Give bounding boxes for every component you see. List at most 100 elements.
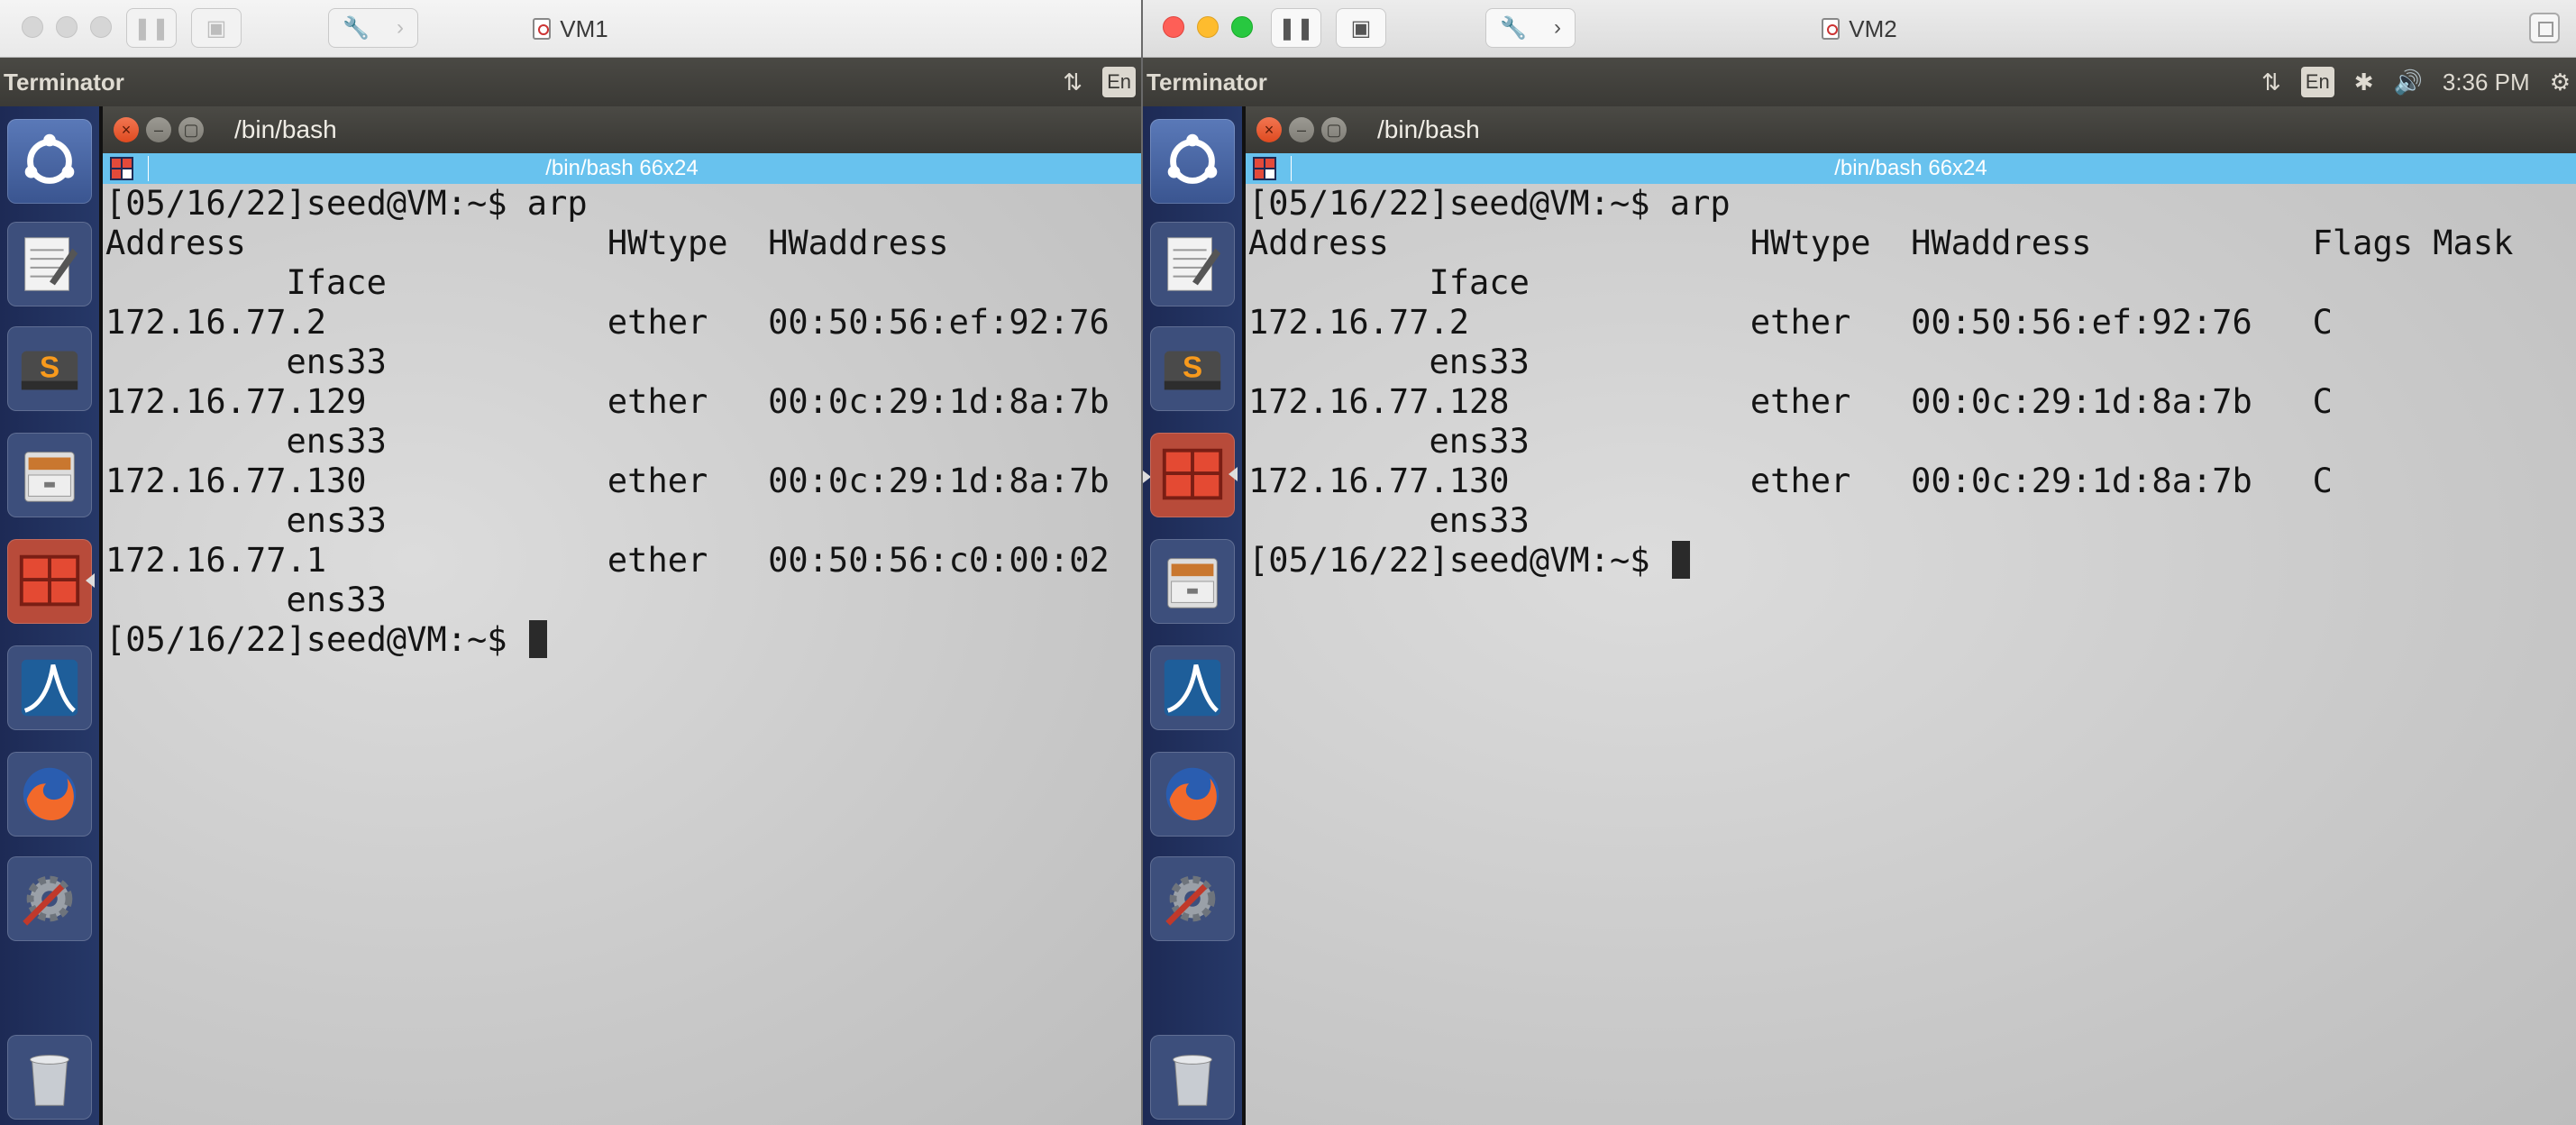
sublime-text-icon[interactable]: S xyxy=(7,326,92,411)
terminal-line: ens33 xyxy=(105,422,387,461)
vm1-zoom-button[interactable] xyxy=(90,16,112,38)
terminal-minimize-button[interactable]: – xyxy=(1289,117,1314,142)
terminator-grid-icon[interactable] xyxy=(110,157,133,180)
terminator-grid-icon[interactable] xyxy=(1253,157,1276,180)
vm2-close-button[interactable] xyxy=(1163,16,1184,38)
svg-text:S: S xyxy=(1183,352,1202,385)
terminal-prompt: [05/16/22]seed@VM:~$ xyxy=(105,620,527,659)
vm1-tab-label[interactable]: /bin/bash 66x24 xyxy=(545,156,698,180)
vm2-pause-button[interactable]: ❚❚ xyxy=(1271,8,1321,48)
keyboard-lang-indicator[interactable]: En xyxy=(2300,67,2334,97)
vm2-window: ❚❚ ▣ 🔧 › VM2 Terminator ⇅ En ✱ 🔊 3:36 PM … xyxy=(1143,0,2576,1125)
vm1-terminal-title: /bin/bash xyxy=(234,115,337,143)
snapshot-icon: ▣ xyxy=(206,15,227,41)
snapshot-icon: ▣ xyxy=(1350,15,1372,41)
vm2-terminal-output[interactable]: [05/16/22]seed@VM:~$ arp Address HWtype H… xyxy=(1246,184,2576,1125)
bluetooth-icon[interactable]: ✱ xyxy=(2354,58,2374,106)
trash-icon[interactable] xyxy=(1150,1035,1235,1120)
vm1-launcher: S xyxy=(0,106,101,1125)
active-indicator-icon xyxy=(86,573,95,588)
terminal-line: Address HWtype HWaddress Flags Mask xyxy=(1248,224,2514,262)
vm1-ubuntu-top-panel: Terminator ⇅ En xyxy=(0,58,1141,106)
terminal-line: 172.16.77.128 ether 00:0c:29:1d:8a:7b C xyxy=(1248,382,2333,421)
vm1-close-button[interactable] xyxy=(22,16,43,38)
pause-icon: ❚❚ xyxy=(132,15,170,41)
terminal-maximize-button[interactable]: ▢ xyxy=(1321,117,1347,142)
vm2-snapshot-button[interactable]: ▣ xyxy=(1336,8,1386,48)
terminator-icon[interactable] xyxy=(1150,433,1238,517)
vm2-minimize-button[interactable] xyxy=(1197,16,1219,38)
terminal-minimize-button[interactable]: – xyxy=(146,117,171,142)
terminal-line: 172.16.77.2 ether 00:50:56:ef:92:76 xyxy=(105,303,1130,342)
terminal-line: [05/16/22]seed@VM:~$ arp xyxy=(105,184,588,223)
vm1-window-title: VM1 xyxy=(560,14,608,42)
terminal-line: 172.16.77.130 ether 00:0c:29:1d:8a:7b xyxy=(105,462,1130,500)
firefox-icon[interactable] xyxy=(7,752,92,837)
vm1-pause-button[interactable]: ❚❚ xyxy=(126,8,177,48)
close-icon: × xyxy=(121,121,132,139)
ubuntu-dash-icon[interactable] xyxy=(7,119,92,204)
vm1-settings-button[interactable]: 🔧 › xyxy=(328,8,418,48)
restore-window-icon[interactable] xyxy=(2529,13,2560,43)
terminal-line: Iface xyxy=(105,263,387,302)
system-settings-icon[interactable] xyxy=(7,856,92,941)
volume-icon[interactable]: 🔊 xyxy=(2393,58,2422,106)
vm1-traffic-lights xyxy=(22,16,112,38)
terminal-line: ens33 xyxy=(1248,422,1530,461)
vm2-terminal-title: /bin/bash xyxy=(1377,115,1480,143)
close-icon: × xyxy=(1264,121,1274,139)
system-gear-icon[interactable]: ⚙ xyxy=(2550,58,2571,106)
terminal-close-button[interactable]: × xyxy=(1256,117,1282,142)
network-icon[interactable]: ⇅ xyxy=(1063,58,1082,106)
vm1-terminal-tab-bar: /bin/bash 66x24 xyxy=(103,153,1141,184)
files-icon[interactable] xyxy=(7,433,92,517)
vm2-traffic-lights xyxy=(1163,16,1253,38)
trash-icon[interactable] xyxy=(7,1035,92,1120)
terminal-line: ens33 xyxy=(105,343,387,381)
keyboard-lang-indicator[interactable]: En xyxy=(1102,67,1136,97)
maximize-icon: ▢ xyxy=(183,121,199,139)
terminal-line: Address HWtype HWaddress xyxy=(105,224,1130,262)
vm1-snapshot-button[interactable]: ▣ xyxy=(191,8,242,48)
terminal-maximize-button[interactable]: ▢ xyxy=(178,117,204,142)
network-icon[interactable]: ⇅ xyxy=(2261,58,2281,106)
terminal-line: ens33 xyxy=(1248,501,1530,540)
terminator-icon[interactable] xyxy=(7,539,95,624)
vm2-zoom-button[interactable] xyxy=(1231,16,1253,38)
terminal-prompt: [05/16/22]seed@VM:~$ xyxy=(1248,541,1670,580)
sublime-text-icon[interactable]: S xyxy=(1150,326,1235,411)
terminal-close-button[interactable]: × xyxy=(114,117,139,142)
text-editor-icon[interactable] xyxy=(7,222,92,306)
terminal-line: 172.16.77.129 ether 00:0c:29:1d:8a:7b xyxy=(105,382,1130,421)
terminal-cursor xyxy=(1671,541,1690,579)
svg-text:S: S xyxy=(40,352,59,385)
vm1-mac-titlebar: ❚❚ ▣ 🔧 › VM1 xyxy=(0,0,1141,58)
pause-icon: ❚❚ xyxy=(1277,15,1315,41)
vm1-terminal-output[interactable]: [05/16/22]seed@VM:~$ arp Address HWtype H… xyxy=(103,184,1141,1125)
vm2-app-name: Terminator xyxy=(1146,69,1267,96)
ubuntu-dash-icon[interactable] xyxy=(1150,119,1235,204)
vm-document-icon xyxy=(1822,18,1841,40)
vm2-settings-button[interactable]: 🔧 › xyxy=(1485,8,1576,48)
firefox-icon[interactable] xyxy=(1150,752,1235,837)
vm2-window-title: VM2 xyxy=(1849,14,1897,42)
vm-document-icon xyxy=(533,18,552,40)
minimize-icon: – xyxy=(1296,121,1306,139)
chevron-right-icon: › xyxy=(1553,15,1561,40)
active-indicator-icon xyxy=(1229,467,1238,481)
terminal-line: Iface xyxy=(1248,263,1530,302)
system-settings-icon[interactable] xyxy=(1150,856,1235,941)
vm2-tab-label[interactable]: /bin/bash 66x24 xyxy=(1834,156,1987,180)
terminal-cursor xyxy=(528,620,547,658)
vm1-minimize-button[interactable] xyxy=(56,16,78,38)
files-icon[interactable] xyxy=(1150,539,1235,624)
vm1-app-name: Terminator xyxy=(4,69,124,96)
terminal-line: ens33 xyxy=(105,501,387,540)
chevron-right-icon: › xyxy=(396,15,404,40)
clock[interactable]: 3:36 PM xyxy=(2443,58,2530,106)
text-editor-icon[interactable] xyxy=(1150,222,1235,306)
wireshark-icon[interactable] xyxy=(1150,645,1235,730)
minimize-icon: – xyxy=(153,121,163,139)
terminal-line: 172.16.77.1 ether 00:50:56:c0:00:02 xyxy=(105,541,1130,580)
wireshark-icon[interactable] xyxy=(7,645,92,730)
